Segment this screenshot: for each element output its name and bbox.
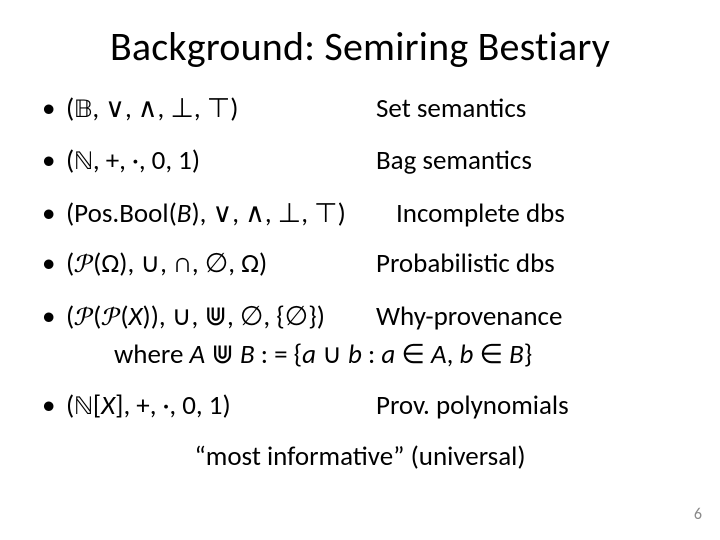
page-number: 6 (694, 505, 702, 524)
semiring-label: Bag semantics (376, 143, 682, 181)
semiring-structure: (𝔹, ∨, ∧, ⊥, ⊤) (66, 91, 376, 129)
slide-title: Background: Semiring Bestiary (38, 22, 682, 71)
semiring-label: Prov. polynomials (376, 388, 682, 426)
list-item: (𝔹, ∨, ∧, ⊥, ⊤) Set semantics (38, 91, 682, 129)
semiring-structure: (Pos.Bool(B), ∨, ∧, ⊥, ⊤) (66, 196, 396, 232)
semiring-label: Why-provenance (376, 299, 682, 337)
semiring-structure: (ℕ, +, ·, 0, 1) (66, 143, 376, 181)
semiring-label: Set semantics (376, 91, 682, 129)
list-item: (𝒫(𝒫(X)), ∪, ⋓, ∅, {∅}) Why-provenance w… (38, 299, 682, 374)
semiring-label: Probabilistic dbs (376, 246, 682, 284)
semiring-structure: (𝒫(𝒫(X)), ∪, ⋓, ∅, {∅}) (66, 299, 376, 337)
semiring-structure: (ℕ[X], +, ·, 0, 1) (66, 388, 376, 426)
list-item: (ℕ, +, ·, 0, 1) Bag semantics (38, 143, 682, 181)
list-item: (ℕ[X], +, ·, 0, 1) Prov. polynomials (38, 388, 682, 426)
footer-note: “most informative” (universal) (38, 440, 682, 473)
semiring-structure: (𝒫(Ω), ∪, ∩, ∅, Ω) (66, 246, 376, 284)
sub-definition: where A ⋓ B : = {a ∪ b : a ∈ A, b ∈ B} (66, 337, 682, 373)
list-item: (𝒫(Ω), ∪, ∩, ∅, Ω) Probabilistic dbs (38, 246, 682, 284)
list-item: (Pos.Bool(B), ∨, ∧, ⊥, ⊤) Incomplete dbs (38, 196, 682, 232)
slide: Background: Semiring Bestiary (𝔹, ∨, ∧, … (0, 0, 720, 540)
bullet-list: (𝔹, ∨, ∧, ⊥, ⊤) Set semantics (ℕ, +, ·, … (38, 91, 682, 426)
semiring-label: Incomplete dbs (396, 196, 682, 232)
